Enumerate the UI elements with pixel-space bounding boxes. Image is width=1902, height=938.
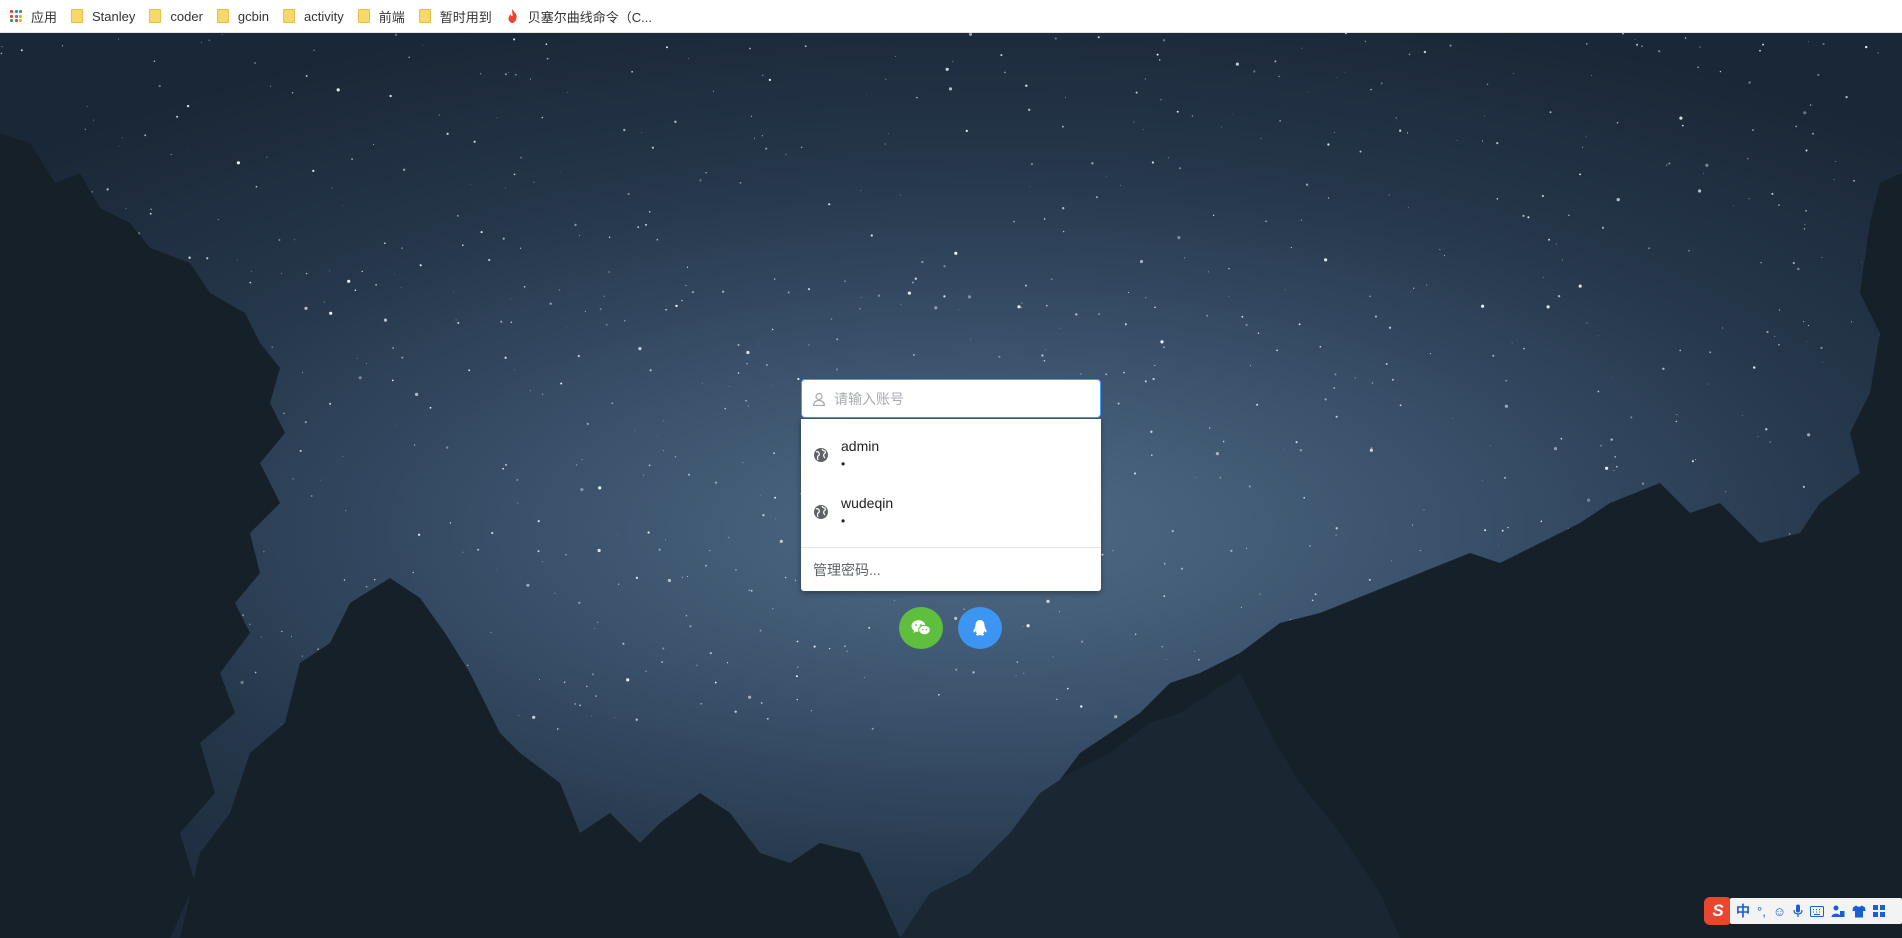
qq-login-button[interactable] bbox=[958, 607, 1002, 649]
autofill-password: • bbox=[841, 457, 846, 471]
user-center-icon[interactable] bbox=[1831, 904, 1845, 918]
ime-toolbar: S 中 °, ☺ bbox=[1704, 896, 1902, 926]
wechat-login-button[interactable] bbox=[899, 607, 943, 649]
autofill-dropdown: admin • wudeqin • 管理密码... bbox=[801, 419, 1101, 591]
folder-icon bbox=[283, 9, 295, 23]
bookmark-label: 前端 bbox=[378, 9, 405, 25]
folder-icon bbox=[71, 9, 84, 23]
bookmark-folder-frontend[interactable]: 前端 bbox=[354, 0, 415, 33]
folder-icon bbox=[216, 9, 229, 23]
folder-icon bbox=[418, 9, 431, 23]
account-input[interactable] bbox=[834, 383, 1100, 414]
globe-icon bbox=[814, 448, 828, 462]
manage-passwords-link[interactable]: 管理密码... bbox=[801, 548, 1101, 580]
toolbox-grid-icon[interactable] bbox=[1873, 905, 1886, 917]
bookmark-folder-stanley[interactable]: Stanley bbox=[67, 0, 145, 33]
bookmark-label: coder bbox=[170, 8, 203, 24]
skin-icon[interactable] bbox=[1852, 905, 1866, 918]
globe-icon bbox=[814, 505, 828, 519]
wechat-icon bbox=[911, 620, 931, 636]
sogou-logo-icon[interactable]: S bbox=[1704, 897, 1732, 925]
bookmark-folder-activity[interactable]: activity bbox=[279, 0, 354, 33]
bookmark-label: 贝塞尔曲线命令（C... bbox=[527, 9, 652, 25]
bookmark-apps[interactable]: 应用 bbox=[6, 0, 67, 33]
flame-icon bbox=[508, 9, 517, 23]
autofill-password: • bbox=[841, 514, 846, 528]
emoji-icon[interactable]: ☺ bbox=[1773, 904, 1786, 919]
apps-grid-icon bbox=[10, 10, 22, 22]
bookmark-bezier[interactable]: 贝塞尔曲线命令（C... bbox=[502, 0, 662, 33]
autofill-username: wudeqin bbox=[841, 495, 894, 511]
autofill-username: admin bbox=[841, 438, 880, 454]
qq-icon bbox=[973, 620, 987, 636]
folder-icon bbox=[149, 9, 162, 23]
bookmark-label: gcbin bbox=[237, 8, 269, 24]
autofill-item-admin[interactable]: admin • bbox=[801, 422, 1101, 479]
autofill-item-wudeqin[interactable]: wudeqin • bbox=[801, 479, 1101, 536]
user-icon bbox=[812, 392, 826, 406]
bookmark-folder-temp[interactable]: 暂时用到 bbox=[415, 0, 502, 33]
punctuation-icon[interactable]: °, bbox=[1757, 904, 1766, 919]
folder-icon bbox=[357, 9, 370, 23]
account-field[interactable] bbox=[801, 379, 1101, 418]
bookmark-label: 应用 bbox=[31, 9, 58, 25]
ime-tray: 中 °, ☺ bbox=[1730, 898, 1902, 924]
bookmarks-bar: 应用 Stanley coder gcbin activity 前端 暂时用到 … bbox=[0, 0, 1902, 33]
keyboard-icon[interactable] bbox=[1810, 905, 1825, 917]
bookmark-label: Stanley bbox=[92, 8, 136, 24]
bookmark-folder-coder[interactable]: coder bbox=[145, 0, 213, 33]
bookmark-label: 暂时用到 bbox=[439, 9, 492, 25]
ime-mode-toggle[interactable]: 中 bbox=[1736, 901, 1750, 921]
bookmark-label: activity bbox=[304, 8, 344, 24]
bookmark-folder-gcbin[interactable]: gcbin bbox=[213, 0, 279, 33]
microphone-icon[interactable] bbox=[1793, 904, 1803, 918]
